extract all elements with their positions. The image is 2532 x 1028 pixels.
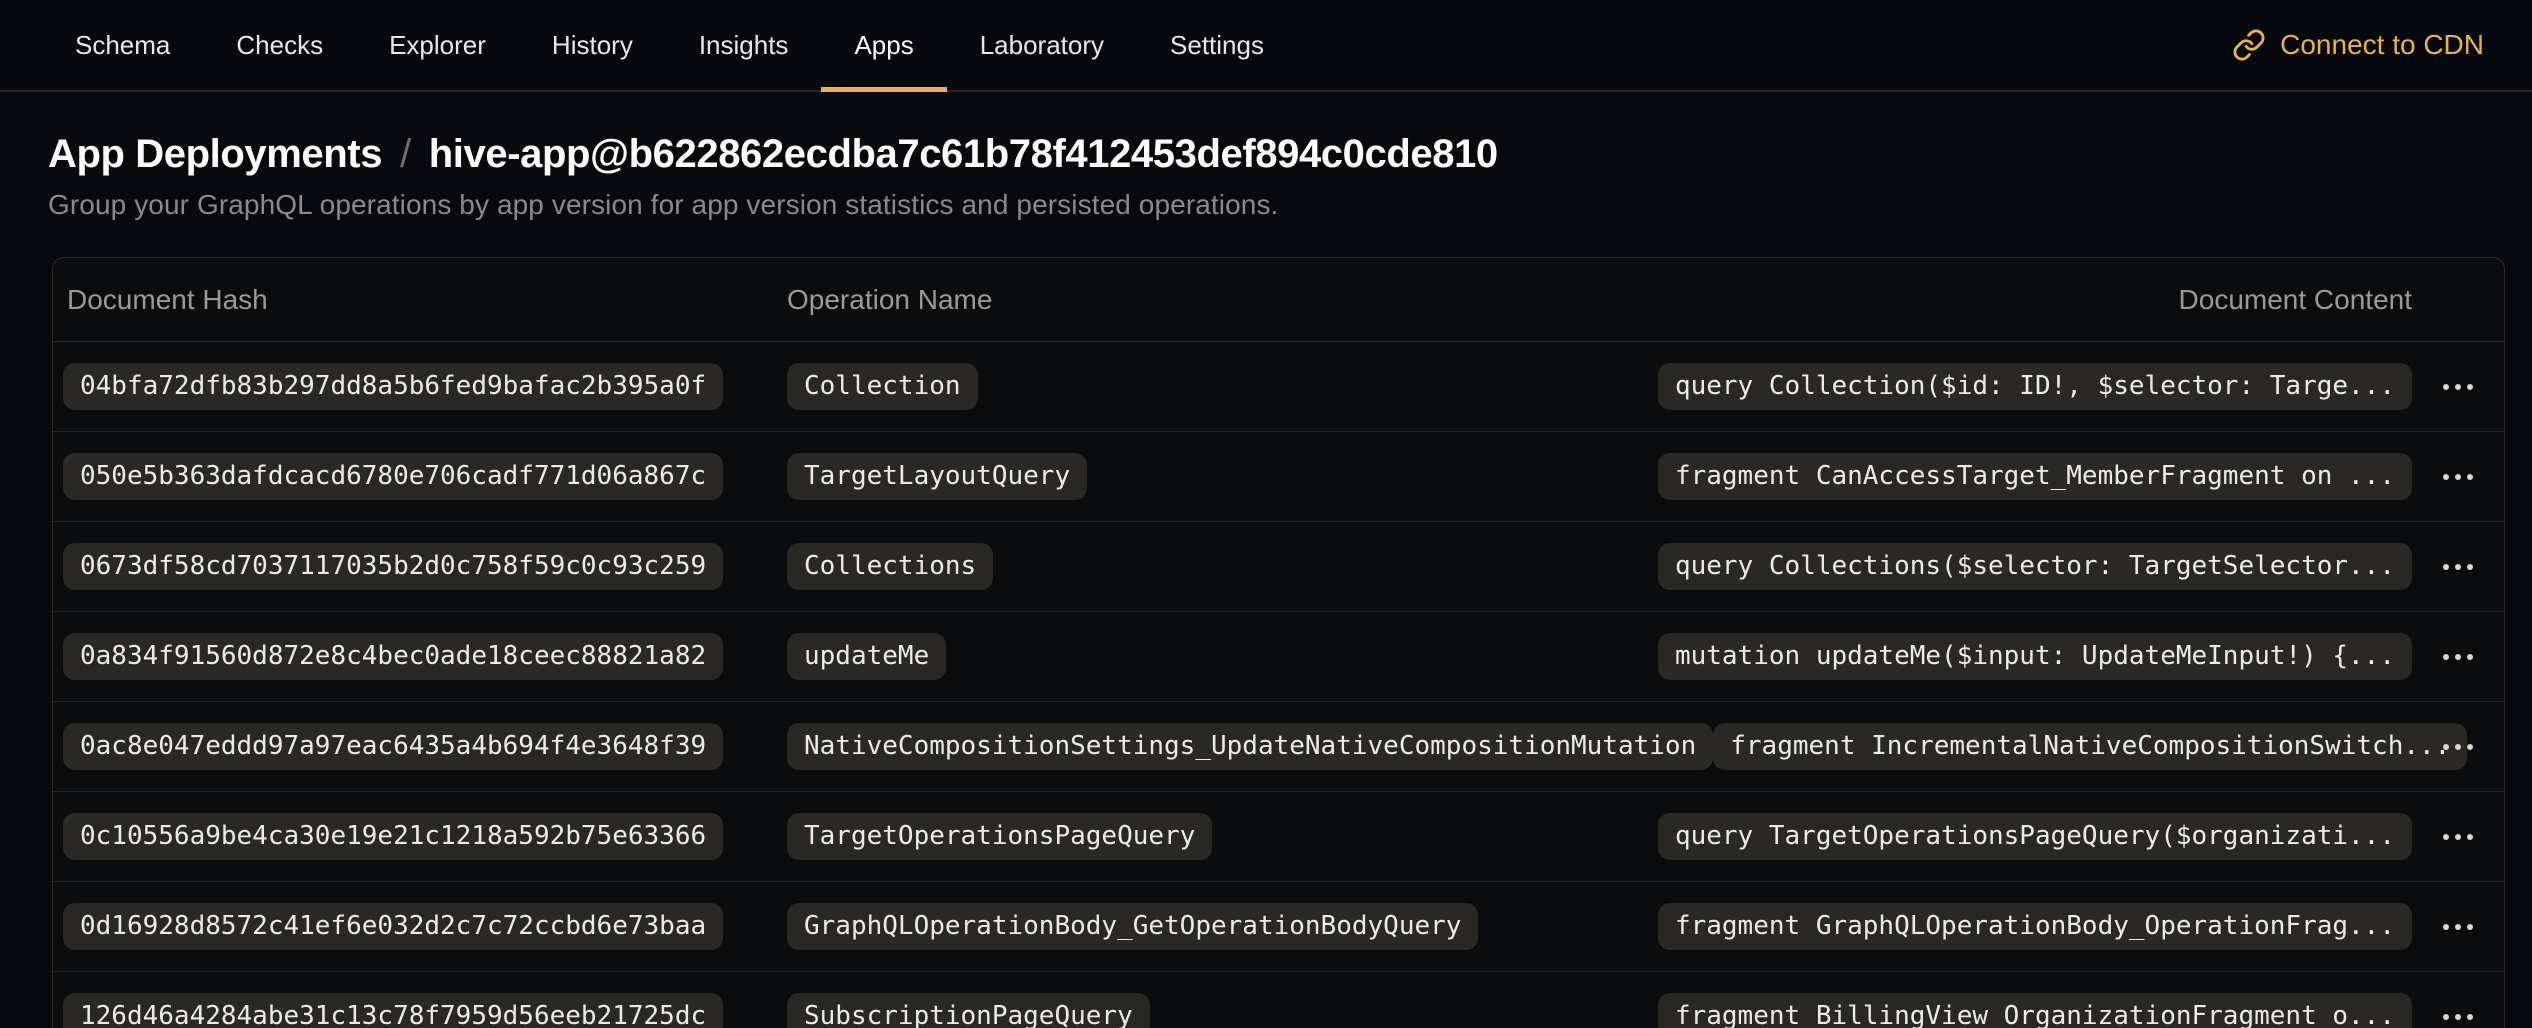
operation-name-badge: Collections — [787, 543, 993, 591]
document-content-badge: fragment IncrementalNativeCompositionSwi… — [1713, 723, 2467, 771]
table-header-row: Document Hash Operation Name Document Co… — [53, 258, 2504, 342]
document-hash-badge: 04bfa72dfb83b297dd8a5b6fed9bafac2b395a0f — [63, 363, 723, 411]
operation-name-badge: TargetLayoutQuery — [787, 453, 1087, 501]
table-row: 0a834f91560d872e8c4bec0ade18ceec88821a82… — [53, 612, 2504, 702]
table-row: 0c10556a9be4ca30e19e21c1218a592b75e63366… — [53, 792, 2504, 882]
operation-name-badge: Collection — [787, 363, 978, 411]
tab-explorer[interactable]: Explorer — [356, 0, 519, 90]
document-content-badge: query Collection($id: ID!, $selector: Ta… — [1658, 363, 2412, 411]
document-content-badge: fragment GraphQLOperationBody_OperationF… — [1658, 903, 2412, 951]
document-hash-badge: 0d16928d8572c41ef6e032d2c7c72ccbd6e73baa — [63, 903, 723, 951]
connect-to-cdn-button[interactable]: Connect to CDN — [2232, 0, 2484, 90]
meatball-menu-icon — [2443, 654, 2449, 660]
meatball-menu-icon — [2443, 834, 2449, 840]
meatball-menu-icon — [2443, 1014, 2449, 1020]
nav-tabs: SchemaChecksExplorerHistoryInsightsAppsL… — [42, 0, 1297, 90]
top-navigation: SchemaChecksExplorerHistoryInsightsAppsL… — [0, 0, 2532, 92]
table-row: 0d16928d8572c41ef6e032d2c7c72ccbd6e73baa… — [53, 882, 2504, 972]
row-more-menu-button[interactable] — [2428, 995, 2488, 1028]
row-more-menu-button[interactable] — [2428, 455, 2488, 499]
tab-settings[interactable]: Settings — [1137, 0, 1297, 90]
page-header: App Deployments / hive-app@b622862ecdba7… — [0, 92, 2532, 221]
row-more-menu-button[interactable] — [2428, 365, 2488, 409]
connect-to-cdn-label: Connect to CDN — [2280, 29, 2484, 61]
tab-schema[interactable]: Schema — [42, 0, 203, 90]
row-more-menu-button[interactable] — [2428, 815, 2488, 859]
table-row: 04bfa72dfb83b297dd8a5b6fed9bafac2b395a0f… — [53, 342, 2504, 432]
row-more-menu-button[interactable] — [2428, 725, 2488, 769]
meatball-menu-icon — [2443, 474, 2449, 480]
operation-name-badge: SubscriptionPageQuery — [787, 993, 1150, 1028]
meatball-menu-icon — [2443, 744, 2449, 750]
operation-name-badge: TargetOperationsPageQuery — [787, 813, 1212, 861]
tab-history[interactable]: History — [519, 0, 666, 90]
document-hash-badge: 126d46a4284abe31c13c78f7959d56eeb21725dc — [63, 993, 723, 1028]
table-row: 126d46a4284abe31c13c78f7959d56eeb21725dc… — [53, 972, 2504, 1028]
column-header-document-content: Document Content — [2179, 284, 2412, 316]
operation-name-badge: updateMe — [787, 633, 946, 681]
row-more-menu-button[interactable] — [2428, 545, 2488, 589]
table-body: 04bfa72dfb83b297dd8a5b6fed9bafac2b395a0f… — [53, 342, 2504, 1028]
row-more-menu-button[interactable] — [2428, 635, 2488, 679]
document-content-badge: fragment BillingView_OrganizationFragmen… — [1658, 993, 2412, 1028]
link-icon — [2232, 28, 2266, 62]
document-content-badge: query Collections($selector: TargetSelec… — [1658, 543, 2412, 591]
document-content-badge: query TargetOperationsPageQuery($organiz… — [1658, 813, 2412, 861]
row-more-menu-button[interactable] — [2428, 905, 2488, 949]
document-hash-badge: 0ac8e047eddd97a97eac6435a4b694f4e3648f39 — [63, 723, 723, 771]
operation-name-badge: GraphQLOperationBody_GetOperationBodyQue… — [787, 903, 1478, 951]
column-header-document-hash: Document Hash — [53, 284, 787, 316]
tab-checks[interactable]: Checks — [203, 0, 356, 90]
meatball-menu-icon — [2443, 924, 2449, 930]
document-hash-badge: 0a834f91560d872e8c4bec0ade18ceec88821a82 — [63, 633, 723, 681]
deployments-table: Document Hash Operation Name Document Co… — [52, 257, 2505, 1028]
document-hash-badge: 050e5b363dafdcacd6780e706cadf771d06a867c — [63, 453, 723, 501]
page-subtitle: Group your GraphQL operations by app ver… — [48, 189, 2484, 221]
meatball-menu-icon — [2443, 384, 2449, 390]
breadcrumb-app-deployments[interactable]: App Deployments — [48, 132, 382, 177]
breadcrumb: App Deployments / hive-app@b622862ecdba7… — [48, 132, 2484, 177]
document-content-badge: fragment CanAccessTarget_MemberFragment … — [1658, 453, 2412, 501]
breadcrumb-app-version: hive-app@b622862ecdba7c61b78f412453def89… — [429, 132, 1498, 177]
table-row: 0673df58cd7037117035b2d0c758f59c0c93c259… — [53, 522, 2504, 612]
document-content-badge: mutation updateMe($input: UpdateMeInput!… — [1658, 633, 2412, 681]
breadcrumb-separator: / — [400, 132, 411, 177]
meatball-menu-icon — [2443, 564, 2449, 570]
table-row: 050e5b363dafdcacd6780e706cadf771d06a867c… — [53, 432, 2504, 522]
tab-apps[interactable]: Apps — [821, 0, 946, 90]
column-header-operation-name: Operation Name — [787, 284, 992, 316]
document-hash-badge: 0c10556a9be4ca30e19e21c1218a592b75e63366 — [63, 813, 723, 861]
document-hash-badge: 0673df58cd7037117035b2d0c758f59c0c93c259 — [63, 543, 723, 591]
table-row: 0ac8e047eddd97a97eac6435a4b694f4e3648f39… — [53, 702, 2504, 792]
tab-insights[interactable]: Insights — [666, 0, 822, 90]
operation-name-badge: NativeCompositionSettings_UpdateNativeCo… — [787, 723, 1713, 771]
tab-laboratory[interactable]: Laboratory — [947, 0, 1137, 90]
